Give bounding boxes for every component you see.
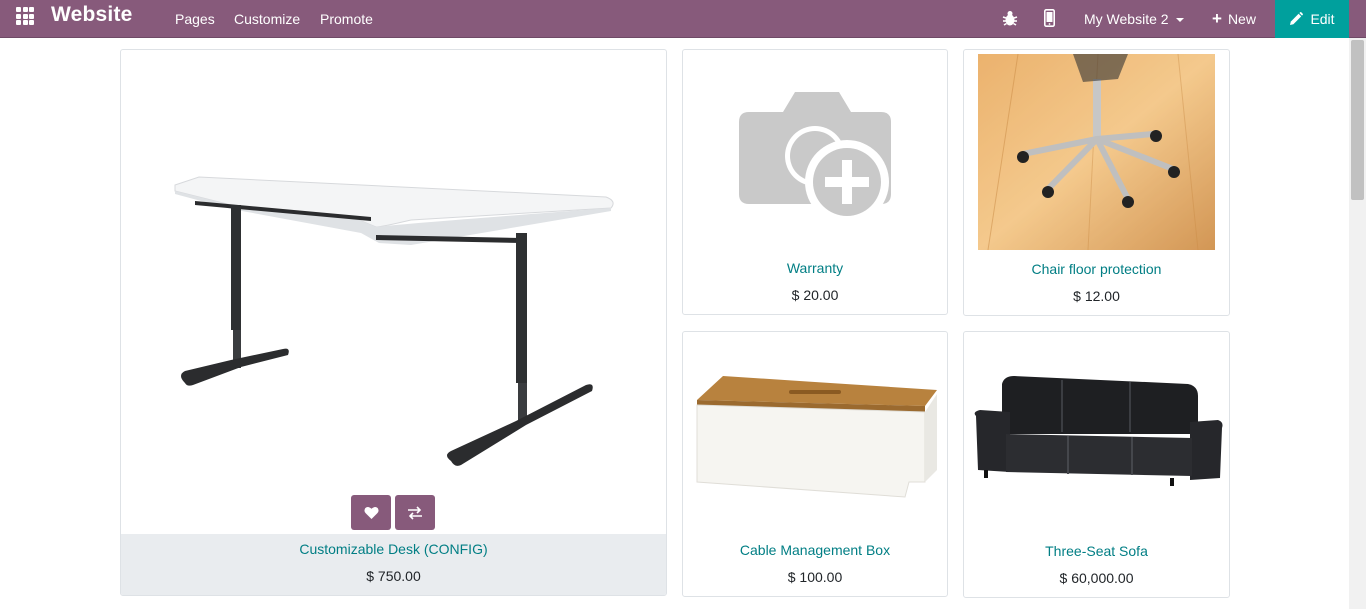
apps-grid-icon[interactable] bbox=[16, 7, 34, 25]
caret-down-icon bbox=[1175, 18, 1184, 22]
product-name[interactable]: Cable Management Box bbox=[683, 542, 947, 558]
new-button-label: New bbox=[1227, 11, 1256, 27]
wishlist-button[interactable] bbox=[351, 495, 391, 530]
website-selector-label: My Website 2 bbox=[1084, 11, 1169, 27]
edit-button-label: Edit bbox=[1310, 11, 1335, 27]
product-name[interactable]: Three-Seat Sofa bbox=[964, 543, 1229, 559]
product-price: $ 100.00 bbox=[787, 569, 843, 585]
edit-button[interactable]: Edit bbox=[1275, 0, 1349, 38]
product-image-sofa[interactable] bbox=[970, 374, 1225, 494]
product-price: $ 12.00 bbox=[1073, 288, 1120, 304]
product-image-desk[interactable] bbox=[171, 175, 621, 470]
scrollbar-thumb[interactable] bbox=[1351, 40, 1364, 200]
plus-icon: + bbox=[1212, 9, 1222, 28]
product-name[interactable]: Warranty bbox=[683, 260, 947, 276]
product-name[interactable]: Chair floor protection bbox=[964, 261, 1229, 277]
exchange-arrows-icon bbox=[408, 505, 422, 520]
compare-button[interactable] bbox=[395, 495, 435, 530]
top-navbar: Website Pages Customize Promote My Websi… bbox=[0, 0, 1366, 38]
new-button[interactable]: + New bbox=[1212, 9, 1256, 28]
product-price: $ 60,000.00 bbox=[1059, 570, 1134, 586]
camera-plus-icon[interactable] bbox=[739, 90, 891, 224]
menu-pages[interactable]: Pages bbox=[175, 11, 215, 27]
product-image-cable-box[interactable] bbox=[693, 372, 939, 504]
product-card-desk[interactable]: Customizable Desk (CONFIG) $ 750.00 bbox=[120, 49, 667, 596]
pencil-icon bbox=[1290, 12, 1304, 25]
menu-customize[interactable]: Customize bbox=[234, 11, 300, 27]
mobile-phone-icon[interactable] bbox=[1044, 9, 1055, 27]
menu-promote[interactable]: Promote bbox=[320, 11, 373, 27]
product-image-chair-mat[interactable] bbox=[978, 54, 1215, 250]
product-card-three-seat-sofa[interactable]: Three-Seat Sofa $ 60,000.00 bbox=[963, 331, 1230, 598]
heart-icon bbox=[363, 506, 379, 519]
product-card-cable-management-box[interactable]: Cable Management Box $ 100.00 bbox=[682, 331, 948, 597]
website-selector[interactable]: My Website 2 bbox=[1084, 11, 1184, 27]
product-card-chair-floor-protection[interactable]: Chair floor protection $ 12.00 bbox=[963, 49, 1230, 316]
product-price: $ 20.00 bbox=[791, 287, 839, 303]
product-price: $ 750.00 bbox=[366, 568, 421, 584]
product-name[interactable]: Customizable Desk (CONFIG) bbox=[121, 541, 666, 557]
brand-title[interactable]: Website bbox=[51, 3, 133, 27]
bug-icon[interactable] bbox=[1002, 9, 1018, 27]
product-card-warranty[interactable]: Warranty $ 20.00 bbox=[682, 49, 948, 315]
